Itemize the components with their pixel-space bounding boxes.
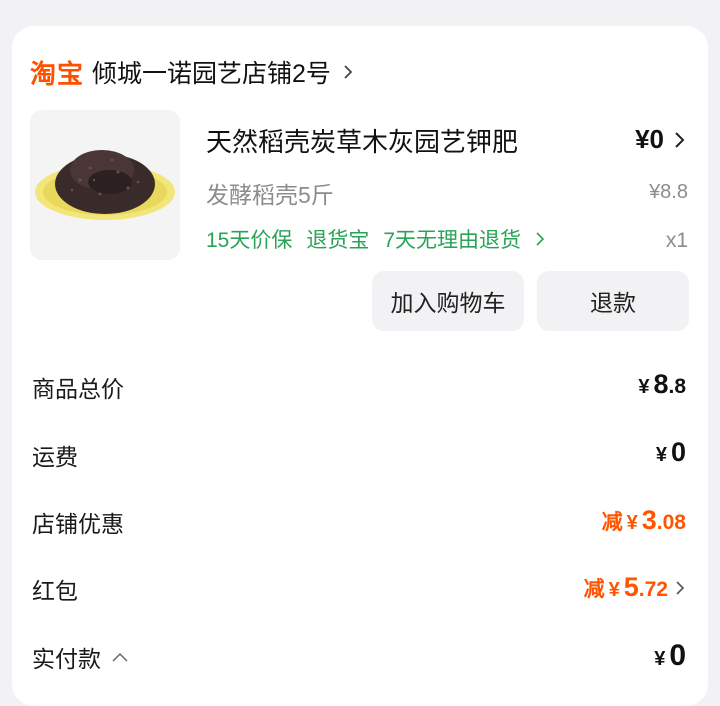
paid-row-label[interactable]: 实付款 [32, 640, 129, 674]
product-title[interactable]: 天然稻壳炭草木灰园艺钾肥 [206, 122, 518, 159]
paid-label: 实付款 [32, 646, 101, 672]
minus-prefix: 减 [601, 511, 623, 534]
chevron-up-icon [112, 652, 128, 662]
chevron-right-icon [675, 131, 685, 148]
quantity: x1 [665, 229, 688, 252]
refund-button[interactable]: 退款 [537, 271, 689, 331]
fertilizer-image [35, 150, 175, 220]
store-discount-value: 减 ¥ 3 .08 [602, 505, 686, 536]
amount-int: 8 [653, 369, 669, 399]
shipping-value: ¥ 0 [656, 437, 686, 468]
red-packet-value[interactable]: 减 ¥ 5 .72 [584, 572, 686, 603]
chevron-right-icon [344, 65, 353, 79]
amount-int: 3 [641, 505, 657, 535]
amount-int: 5 [623, 572, 639, 602]
chevron-right-icon [536, 232, 545, 246]
add-to-cart-button[interactable]: 加入购物车 [372, 271, 524, 331]
subtotal-value: ¥ 8 .8 [638, 369, 686, 400]
shop-name[interactable]: 倾城一诺园艺店铺2号 [92, 54, 331, 90]
shop-header[interactable]: 淘宝 倾城一诺园艺店铺2号 [30, 50, 355, 94]
product-spec: 发酵稻壳5斤 [206, 182, 334, 208]
paid-value: ¥ 0 [654, 639, 686, 673]
amount-int: 0 [669, 639, 686, 672]
currency-symbol: ¥ [635, 124, 650, 154]
currency-symbol: ¥ [638, 376, 650, 398]
amount-dec: .72 [638, 578, 668, 601]
original-price: ¥8.8 [649, 181, 688, 203]
subtotal-label: 商品总价 [32, 376, 124, 402]
red-packet-label: 红包 [32, 578, 78, 604]
store-discount-label: 店铺优惠 [32, 511, 124, 537]
tag-price-protection: 15天价保 [206, 229, 293, 252]
tag-return-insurance: 退货宝 [306, 229, 370, 252]
currency-symbol: ¥ [655, 444, 667, 466]
currency-symbol: ¥ [608, 579, 620, 601]
price-value: 0 [649, 124, 664, 154]
minus-prefix: 减 [583, 578, 605, 601]
currency-symbol: ¥ [626, 512, 638, 534]
chevron-right-icon [676, 581, 685, 595]
currency-symbol: ¥ [654, 648, 666, 670]
shipping-label: 运费 [32, 444, 78, 470]
taobao-logo: 淘宝 [30, 58, 85, 89]
product-price[interactable]: ¥ 0 [635, 124, 688, 155]
product-thumbnail[interactable] [30, 110, 180, 260]
tag-7day-return: 7天无理由退货 [383, 229, 522, 252]
amount-int: 0 [670, 437, 686, 467]
amount-dec: .8 [668, 375, 686, 398]
service-tags[interactable]: 15天价保 退货宝 7天无理由退货 [206, 224, 545, 254]
amount-dec: .08 [656, 511, 686, 534]
